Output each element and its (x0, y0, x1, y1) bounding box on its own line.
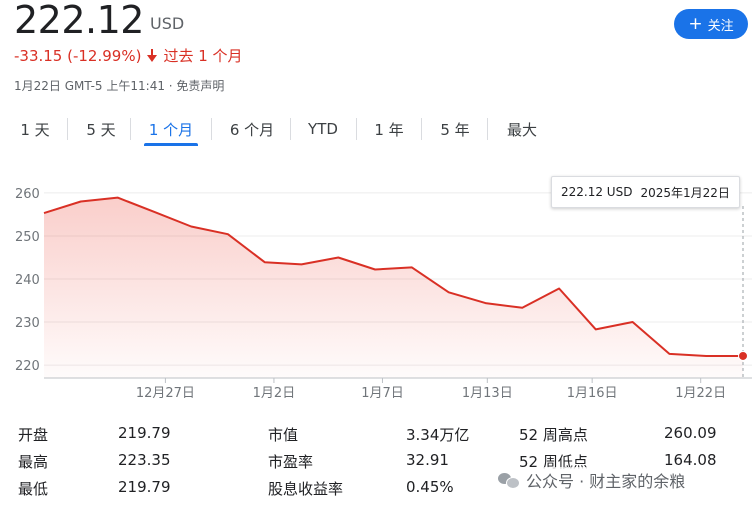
stat-value-open: 219.79 (118, 424, 171, 442)
stock-price: 222.12 (14, 0, 144, 42)
stat-value-low: 219.79 (118, 478, 171, 496)
tab-1d[interactable]: 1 天 (16, 112, 54, 146)
y-tick-label: 240 (15, 273, 40, 288)
stat-label-market-cap: 市值 (268, 426, 299, 444)
tab-6m[interactable]: 6 个月 (228, 112, 276, 146)
stat-label-high: 最高 (18, 453, 49, 471)
disclaimer-link[interactable]: 免责声明 (176, 79, 224, 93)
change-period: 过去 1 个月 (163, 47, 243, 65)
y-tick-label: 250 (15, 230, 40, 245)
tab-divider (211, 118, 212, 140)
stats-row: 开盘 219.79 市值 3.34万亿 52 周高点 260.09 (0, 424, 755, 450)
tab-divider (421, 118, 422, 140)
tab-divider (290, 118, 291, 140)
stat-value-52w-high: 260.09 (664, 424, 717, 442)
range-tabs: 1 天 5 天 1 个月 6 个月 YTD 1 年 5 年 最大 (0, 112, 539, 146)
stat-label-low: 最低 (18, 480, 49, 498)
tab-5y[interactable]: 5 年 (438, 112, 472, 146)
watermark: 公众号 · 财主家的余粮 (498, 467, 690, 493)
stat-label-open: 开盘 (18, 426, 49, 444)
stat-label-pe: 市盈率 (268, 453, 314, 471)
follow-button[interactable]: + 关注 (674, 9, 748, 39)
x-tick-label: 1月7日 (361, 386, 404, 401)
stat-label-52w-high: 52 周高点 (519, 426, 588, 444)
watermark-text: 公众号 · 财主家的余粮 (526, 472, 686, 491)
x-tick-label: 1月22日 (675, 386, 726, 401)
tab-divider (356, 118, 357, 140)
stat-label-dividend-yield: 股息收益率 (268, 480, 344, 498)
follow-label: 关注 (707, 18, 734, 34)
stat-value-market-cap: 3.34万亿 (406, 426, 470, 444)
tab-divider (130, 118, 131, 140)
stat-value-dividend-yield: 0.45% (406, 478, 454, 496)
y-tick-label: 230 (15, 316, 40, 331)
change-value: -33.15 (-12.99%) (14, 46, 142, 65)
arrow-down-icon (146, 48, 158, 63)
tab-divider (67, 118, 68, 140)
key-stats: 开盘 219.79 市值 3.34万亿 52 周高点 260.09 最高 223… (0, 420, 755, 509)
price-area-fill (44, 197, 743, 378)
stat-value-high: 223.35 (118, 451, 171, 469)
x-tick-label: 1月16日 (567, 386, 618, 401)
tab-divider (487, 118, 488, 140)
timestamp-text: 1月22日 GMT-5 上午11:41 · (14, 79, 173, 93)
x-tick-label: 1月13日 (462, 386, 513, 401)
tab-1y[interactable]: 1 年 (372, 112, 406, 146)
tooltip-price: 222.12 USD (561, 185, 633, 199)
currency-label: USD (150, 14, 185, 33)
y-tick-label: 260 (15, 187, 40, 202)
y-tick-label: 220 (15, 359, 40, 374)
tab-1m[interactable]: 1 个月 (144, 112, 198, 146)
tab-5d[interactable]: 5 天 (85, 112, 117, 146)
x-tick-label: 1月2日 (253, 386, 296, 401)
plus-icon: + (688, 13, 703, 34)
tab-ytd[interactable]: YTD (305, 112, 341, 146)
tooltip-date: 2025年1月22日 (640, 185, 730, 200)
price-tooltip: 222.12 USD 2025年1月22日 (551, 176, 740, 208)
timestamp: 1月22日 GMT-5 上午11:41 · 免责声明 (14, 77, 224, 94)
wechat-icon (498, 472, 520, 489)
price-change: -33.15 (-12.99%) 过去 1 个月 (14, 45, 243, 66)
last-point-marker (738, 350, 748, 361)
stat-value-pe: 32.91 (406, 451, 449, 469)
tab-max[interactable]: 最大 (505, 112, 539, 146)
x-tick-label: 12月27日 (136, 386, 195, 401)
